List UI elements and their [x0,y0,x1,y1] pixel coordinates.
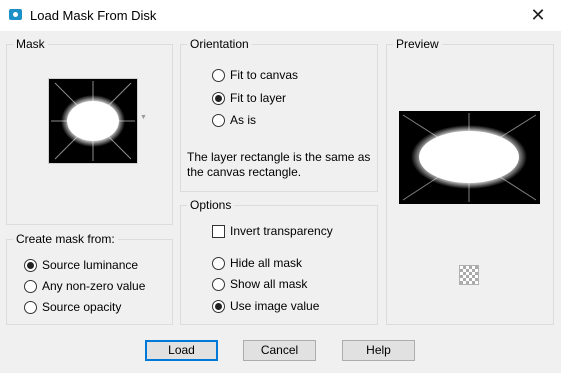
radio-button-icon [212,277,225,291]
transparency-checker-icon[interactable] [459,265,479,285]
mask-group: Mask ▼ [6,37,173,225]
title-bar: Load Mask From Disk ✕ [0,0,561,32]
radio-as-is[interactable]: As is [212,113,256,127]
help-button[interactable]: Help [342,340,415,361]
orientation-group-label: Orientation [187,37,252,51]
radio-button-icon [24,279,37,293]
radio-label: Use image value [230,299,320,313]
radio-show-all-mask[interactable]: Show all mask [212,277,307,291]
load-button[interactable]: Load [145,340,218,361]
radio-source-opacity[interactable]: Source opacity [24,300,121,314]
window-title: Load Mask From Disk [30,8,157,23]
radio-source-luminance[interactable]: Source luminance [24,258,138,272]
radio-any-non-zero-value[interactable]: Any non-zero value [24,279,145,293]
create-mask-group-label: Create mask from: [13,232,118,246]
options-group-label: Options [187,198,235,212]
close-button[interactable]: ✕ [515,0,561,31]
mask-group-label: Mask [13,37,48,51]
preview-image [399,111,540,204]
radio-hide-all-mask[interactable]: Hide all mask [212,256,302,270]
radio-fit-to-layer[interactable]: Fit to layer [212,91,286,105]
radio-label: Fit to layer [230,91,287,105]
app-icon [9,9,22,20]
mask-image-icon [51,81,135,161]
checkbox-label: Invert transparency [230,224,333,238]
chevron-down-icon[interactable]: ▼ [140,114,147,121]
radio-label: Any non-zero value [42,279,146,293]
radio-label: Source opacity [42,300,122,314]
radio-button-icon [212,113,225,127]
radio-button-icon [212,299,225,313]
radio-label: Hide all mask [230,256,303,270]
radio-button-icon [212,256,225,270]
preview-mask-icon [402,113,537,202]
radio-use-image-value[interactable]: Use image value [212,299,319,313]
mask-thumbnail[interactable] [48,78,138,164]
radio-button-icon [24,258,37,272]
orientation-info-text: The layer rectangle is the same as the c… [187,150,371,179]
radio-button-icon [212,68,225,82]
cancel-button[interactable]: Cancel [243,340,316,361]
radio-button-icon [212,91,225,105]
radio-label: Show all mask [230,277,308,291]
preview-group-label: Preview [393,37,442,51]
checkbox-icon [212,224,225,238]
radio-label: As is [230,113,257,127]
radio-button-icon [24,300,37,314]
radio-label: Fit to canvas [230,68,299,82]
radio-fit-to-canvas[interactable]: Fit to canvas [212,68,298,82]
radio-label: Source luminance [42,258,139,272]
invert-transparency-checkbox[interactable]: Invert transparency [212,224,333,238]
